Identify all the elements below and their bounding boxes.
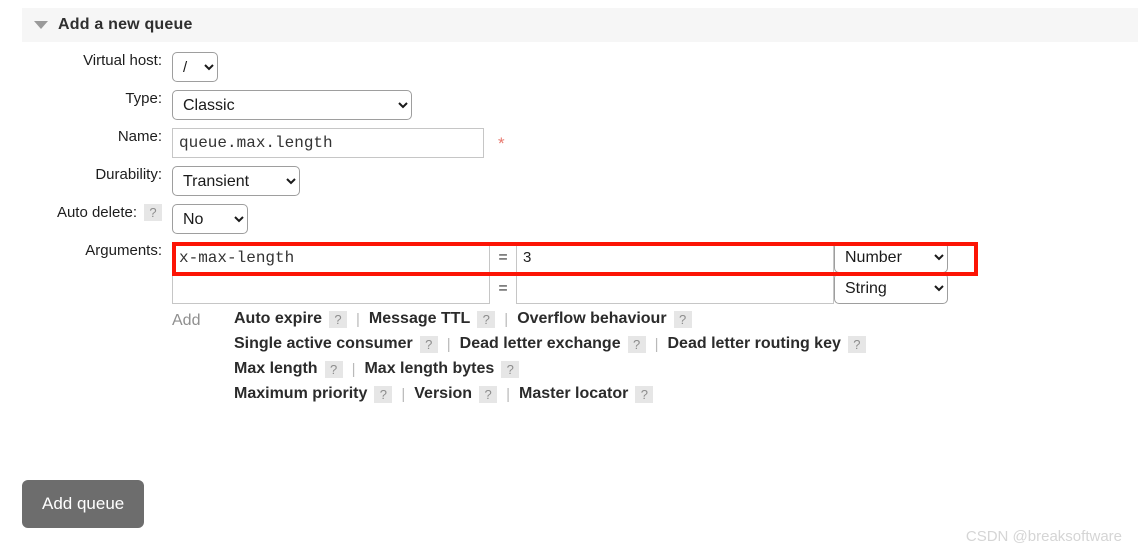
preset-separator: | (504, 310, 509, 328)
preset-auto-expire[interactable]: Auto expire (234, 310, 322, 328)
argument-key-input-1[interactable] (172, 273, 490, 304)
form-row-virtual-host: Virtual host: / (0, 52, 1138, 82)
preset-overflow-behaviour[interactable]: Overflow behaviour (517, 310, 666, 328)
virtual-host-label: Virtual host: (83, 52, 162, 69)
auto-delete-label-cell: Auto delete: ? (0, 204, 172, 221)
arguments-wrapper: = Number (172, 242, 978, 403)
auto-delete-select[interactable]: No (172, 204, 248, 234)
durability-label-cell: Durability: (0, 166, 172, 183)
page-title: Add a new queue (58, 16, 193, 33)
add-queue-form: Virtual host: / Type: Classic Name: * (0, 52, 1138, 411)
preset-master-locator[interactable]: Master locator (519, 385, 628, 403)
argument-value-input-1[interactable] (516, 273, 834, 304)
preset-message-ttl[interactable]: Message TTL (369, 310, 470, 328)
submit-area: Add queue (22, 480, 145, 528)
overflow-behaviour-help-icon[interactable]: ? (673, 310, 692, 328)
preset-row-3: Maximum priority ? | Version ? | Master … (234, 385, 866, 403)
preset-dead-letter-exchange[interactable]: Dead letter exchange (460, 335, 621, 353)
preset-maximum-priority[interactable]: Maximum priority (234, 385, 367, 403)
type-field-cell: Classic (172, 90, 1138, 120)
table-row: = String (172, 273, 976, 304)
argument-type-select-0[interactable]: Number (834, 242, 948, 273)
add-argument-link[interactable]: Add (172, 310, 234, 330)
form-row-name: Name: * (0, 128, 1138, 158)
preset-separator: | (506, 385, 510, 403)
durability-select[interactable]: Transient (172, 166, 300, 196)
triangle-down-icon[interactable] (34, 21, 48, 29)
preset-separator: | (401, 385, 406, 403)
add-queue-button[interactable]: Add queue (22, 480, 145, 528)
version-help-icon[interactable]: ? (479, 385, 498, 403)
form-row-auto-delete: Auto delete: ? No (0, 204, 1138, 234)
name-field-cell: * (172, 128, 1138, 158)
preset-separator: | (351, 360, 356, 378)
arguments-label-cell: Arguments: (0, 242, 172, 259)
virtual-host-select[interactable]: / (172, 52, 218, 82)
message-ttl-help-icon[interactable]: ? (477, 310, 496, 328)
preset-max-length[interactable]: Max length (234, 360, 318, 378)
preset-separator: | (446, 335, 451, 353)
name-label-cell: Name: (0, 128, 172, 145)
preset-separator: | (654, 335, 659, 353)
queue-name-input[interactable] (172, 128, 484, 158)
durability-field-cell: Transient (172, 166, 1138, 196)
preset-version[interactable]: Version (414, 385, 472, 403)
type-label: Type: (125, 90, 162, 107)
preset-separator: | (356, 310, 360, 328)
form-row-type: Type: Classic (0, 90, 1138, 120)
queue-type-select[interactable]: Classic (172, 90, 412, 120)
max-length-bytes-help-icon[interactable]: ? (501, 360, 520, 378)
virtual-host-field-cell: / (172, 52, 1138, 82)
arguments-field-cell: = Number (172, 242, 1138, 403)
auto-delete-help-icon[interactable]: ? (144, 204, 162, 221)
arguments-table: = Number (172, 242, 976, 304)
table-row: = Number (172, 242, 976, 273)
master-locator-help-icon[interactable]: ? (635, 385, 654, 403)
maximum-priority-help-icon[interactable]: ? (374, 385, 393, 403)
argument-row-tail-1 (948, 273, 976, 304)
argument-equals-1: = (498, 279, 508, 297)
argument-value-input-0[interactable] (516, 242, 834, 273)
preset-row-1: Single active consumer ? | Dead letter e… (234, 335, 866, 353)
auto-delete-field-cell: No (172, 204, 1138, 234)
max-length-help-icon[interactable]: ? (324, 360, 343, 378)
argument-equals-0: = (498, 248, 508, 266)
argument-type-select-1[interactable]: String (834, 273, 948, 304)
dead-letter-exchange-help-icon[interactable]: ? (627, 335, 646, 353)
preset-row-0: Auto expire ? | Message TTL ? | Overflow… (234, 310, 866, 328)
required-asterisk: * (498, 133, 505, 153)
durability-label: Durability: (95, 166, 162, 183)
watermark: CSDN @breaksoftware (965, 528, 1122, 545)
preset-row-2: Max length ? | Max length bytes ? (234, 360, 866, 378)
auto-expire-help-icon[interactable]: ? (329, 310, 348, 328)
auto-delete-label: Auto delete: (56, 204, 137, 221)
type-label-cell: Type: (0, 90, 172, 107)
section-header[interactable]: Add a new queue (22, 8, 1138, 42)
argument-key-input-0[interactable] (172, 242, 490, 273)
dead-letter-routing-key-help-icon[interactable]: ? (847, 335, 866, 353)
argument-presets: Add Auto expire ? | Message TTL ? | Over… (172, 310, 976, 403)
preset-single-active-consumer[interactable]: Single active consumer (234, 335, 413, 353)
preset-rows: Auto expire ? | Message TTL ? | Overflow… (234, 310, 866, 403)
name-label: Name: (117, 128, 162, 145)
form-row-durability: Durability: Transient (0, 166, 1138, 196)
preset-dead-letter-routing-key[interactable]: Dead letter routing key (668, 335, 841, 353)
arguments-label: Arguments: (85, 242, 162, 259)
virtual-host-label-cell: Virtual host: (0, 52, 172, 69)
preset-max-length-bytes[interactable]: Max length bytes (364, 360, 494, 378)
single-active-consumer-help-icon[interactable]: ? (419, 335, 438, 353)
form-row-arguments: Arguments: = N (0, 242, 1138, 403)
argument-row-tail-0 (948, 242, 976, 273)
